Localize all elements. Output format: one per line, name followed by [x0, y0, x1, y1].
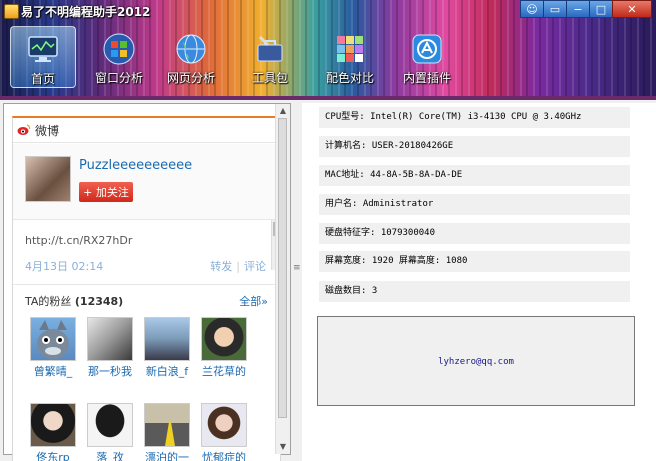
- info-screen-size: 屏幕宽度: 1920 屏幕高度: 1080: [319, 251, 630, 272]
- window-controls: ☺ ▭ − □ ✕: [520, 0, 652, 18]
- fan-avatar[interactable]: [87, 403, 133, 447]
- fan-avatar[interactable]: [87, 317, 133, 361]
- nav-window-analysis[interactable]: 窗口分析: [86, 26, 152, 88]
- nav-color-compare[interactable]: 配色对比: [317, 26, 383, 88]
- fan-name[interactable]: 新白浪_f: [141, 363, 193, 379]
- fan-item[interactable]: 佟东rp: [27, 403, 79, 461]
- weibo-logo-icon: [17, 124, 31, 135]
- fan-item[interactable]: 新白浪_f: [141, 317, 193, 379]
- fan-avatar[interactable]: [30, 317, 76, 361]
- fan-avatar[interactable]: [201, 317, 247, 361]
- info-computer-name: 计算机名: USER-20180426GE: [319, 136, 630, 157]
- info-disk-count: 磁盘数目: 3: [319, 281, 630, 302]
- nav-home[interactable]: 首页: [10, 26, 76, 88]
- fan-item[interactable]: 那一秒我: [84, 317, 136, 379]
- post-actions: 转发 | 评论: [210, 258, 266, 274]
- username-link[interactable]: Puzzleeeeeeeeee: [79, 158, 192, 173]
- post-link[interactable]: http://t.cn/RX27hDr: [25, 234, 132, 247]
- weibo-card: 微博 Puzzleeeeeeeeee + 加关注 http://t.cn/RX2…: [12, 116, 281, 461]
- fan-name[interactable]: 那一秒我: [84, 363, 136, 379]
- email-box: lyhzero@qq.com: [317, 316, 635, 406]
- nav-label-color-compare: 配色对比: [325, 71, 374, 85]
- plugin-store-icon: [410, 32, 444, 66]
- fans-all-link[interactable]: 全部»: [239, 293, 268, 309]
- panel-splitter[interactable]: ≡: [292, 103, 301, 453]
- info-mac: MAC地址: 44-8A-5B-8A-DA-DE: [319, 165, 630, 186]
- main-nav: 首页 窗口分析 网页分析 工具包 配色对比 内置插件: [0, 26, 656, 92]
- feedback-icon[interactable]: ☺: [520, 0, 544, 18]
- app-window: 易了不明编程助手2012 ☺ ▭ − □ ✕ 首页 窗口分析 网页分析 工具包 …: [0, 0, 656, 461]
- fan-item[interactable]: 曾繁晴_: [27, 317, 79, 379]
- fan-name[interactable]: 曾繁晴_: [27, 363, 79, 379]
- skin-icon[interactable]: ▭: [543, 0, 567, 18]
- nav-plugins[interactable]: 内置插件: [394, 26, 460, 88]
- fan-item[interactable]: 漂泊的一: [141, 403, 193, 461]
- app-logo-icon: [4, 4, 19, 19]
- fan-avatar[interactable]: [201, 403, 247, 447]
- post-date[interactable]: 4月13日 02:14: [25, 258, 103, 274]
- close-button[interactable]: ✕: [612, 0, 652, 18]
- fan-name[interactable]: 兰花草的: [198, 363, 250, 379]
- left-scrollbar[interactable]: ▲ ▼: [275, 104, 290, 454]
- info-disk-serial: 硬盘特征字: 1079300040: [319, 223, 630, 244]
- scroll-down-icon[interactable]: ▼: [278, 442, 288, 452]
- scroll-up-icon[interactable]: ▲: [278, 106, 288, 116]
- window-title: 易了不明编程助手2012: [21, 5, 151, 19]
- fan-avatar[interactable]: [30, 403, 76, 447]
- fans-section: TA的粉丝 (12348) 全部» 曾繁晴_ 那一秒我 新白浪_f 兰花草的 佟…: [13, 284, 280, 461]
- nav-label-plugins: 内置插件: [402, 71, 451, 85]
- maximize-button[interactable]: □: [589, 0, 613, 18]
- nav-web-analysis[interactable]: 网页分析: [158, 26, 224, 88]
- weibo-header: 微博: [13, 118, 280, 143]
- weibo-post: http://t.cn/RX27hDr 4月13日 02:14 转发 | 评论: [13, 220, 280, 280]
- minimize-button[interactable]: −: [566, 0, 590, 18]
- fans-label: TA的粉丝: [25, 295, 72, 308]
- splitter-grip-icon[interactable]: ≡: [293, 263, 301, 273]
- nav-label-toolbox: 工具包: [251, 71, 288, 85]
- nav-toolbox[interactable]: 工具包: [237, 26, 303, 88]
- repost-link[interactable]: 转发: [210, 260, 232, 273]
- nav-label-window-analysis: 窗口分析: [94, 71, 143, 85]
- weibo-panel: 微博 Puzzleeeeeeeeee + 加关注 http://t.cn/RX2…: [3, 103, 291, 461]
- fan-name[interactable]: 落_孜: [84, 449, 136, 461]
- monitor-icon: [26, 33, 60, 67]
- fan-item[interactable]: 忧郁症的: [198, 403, 250, 461]
- post-actions-separator: |: [236, 260, 240, 273]
- color-palette-icon: [333, 32, 367, 66]
- fan-item[interactable]: 落_孜: [84, 403, 136, 461]
- fans-count: (12348): [74, 295, 124, 308]
- fan-avatar[interactable]: [144, 403, 190, 447]
- info-username: 用户名: Administrator: [319, 194, 630, 215]
- weibo-title: 微博: [35, 123, 60, 138]
- weibo-profile: Puzzleeeeeeeeee + 加关注: [13, 144, 280, 220]
- fan-item[interactable]: 兰花草的: [198, 317, 250, 379]
- title-bar: 易了不明编程助手2012 ☺ ▭ − □ ✕: [0, 0, 656, 22]
- fan-name[interactable]: 忧郁症的: [198, 449, 250, 461]
- nav-label-web-analysis: 网页分析: [166, 71, 215, 85]
- avatar[interactable]: [25, 156, 71, 202]
- system-info-panel: CPU型号: Intel(R) Core(TM) i3-4130 CPU @ 3…: [302, 103, 656, 461]
- follow-button[interactable]: + 加关注: [79, 182, 133, 202]
- email-link[interactable]: lyhzero@qq.com: [318, 357, 634, 367]
- fans-heading: TA的粉丝 (12348): [25, 293, 123, 309]
- header-divider: [0, 96, 656, 100]
- globe-icon: [174, 32, 208, 66]
- fan-name[interactable]: 佟东rp: [27, 449, 79, 461]
- info-cpu: CPU型号: Intel(R) Core(TM) i3-4130 CPU @ 3…: [319, 107, 630, 128]
- comment-link[interactable]: 评论: [244, 260, 266, 273]
- fan-name[interactable]: 漂泊的一: [141, 449, 193, 461]
- left-scrollbar-thumb[interactable]: [278, 118, 287, 418]
- fan-avatar[interactable]: [144, 317, 190, 361]
- windows-logo-icon: [102, 32, 136, 66]
- toolbox-icon: [253, 32, 287, 66]
- nav-label-home: 首页: [30, 72, 55, 86]
